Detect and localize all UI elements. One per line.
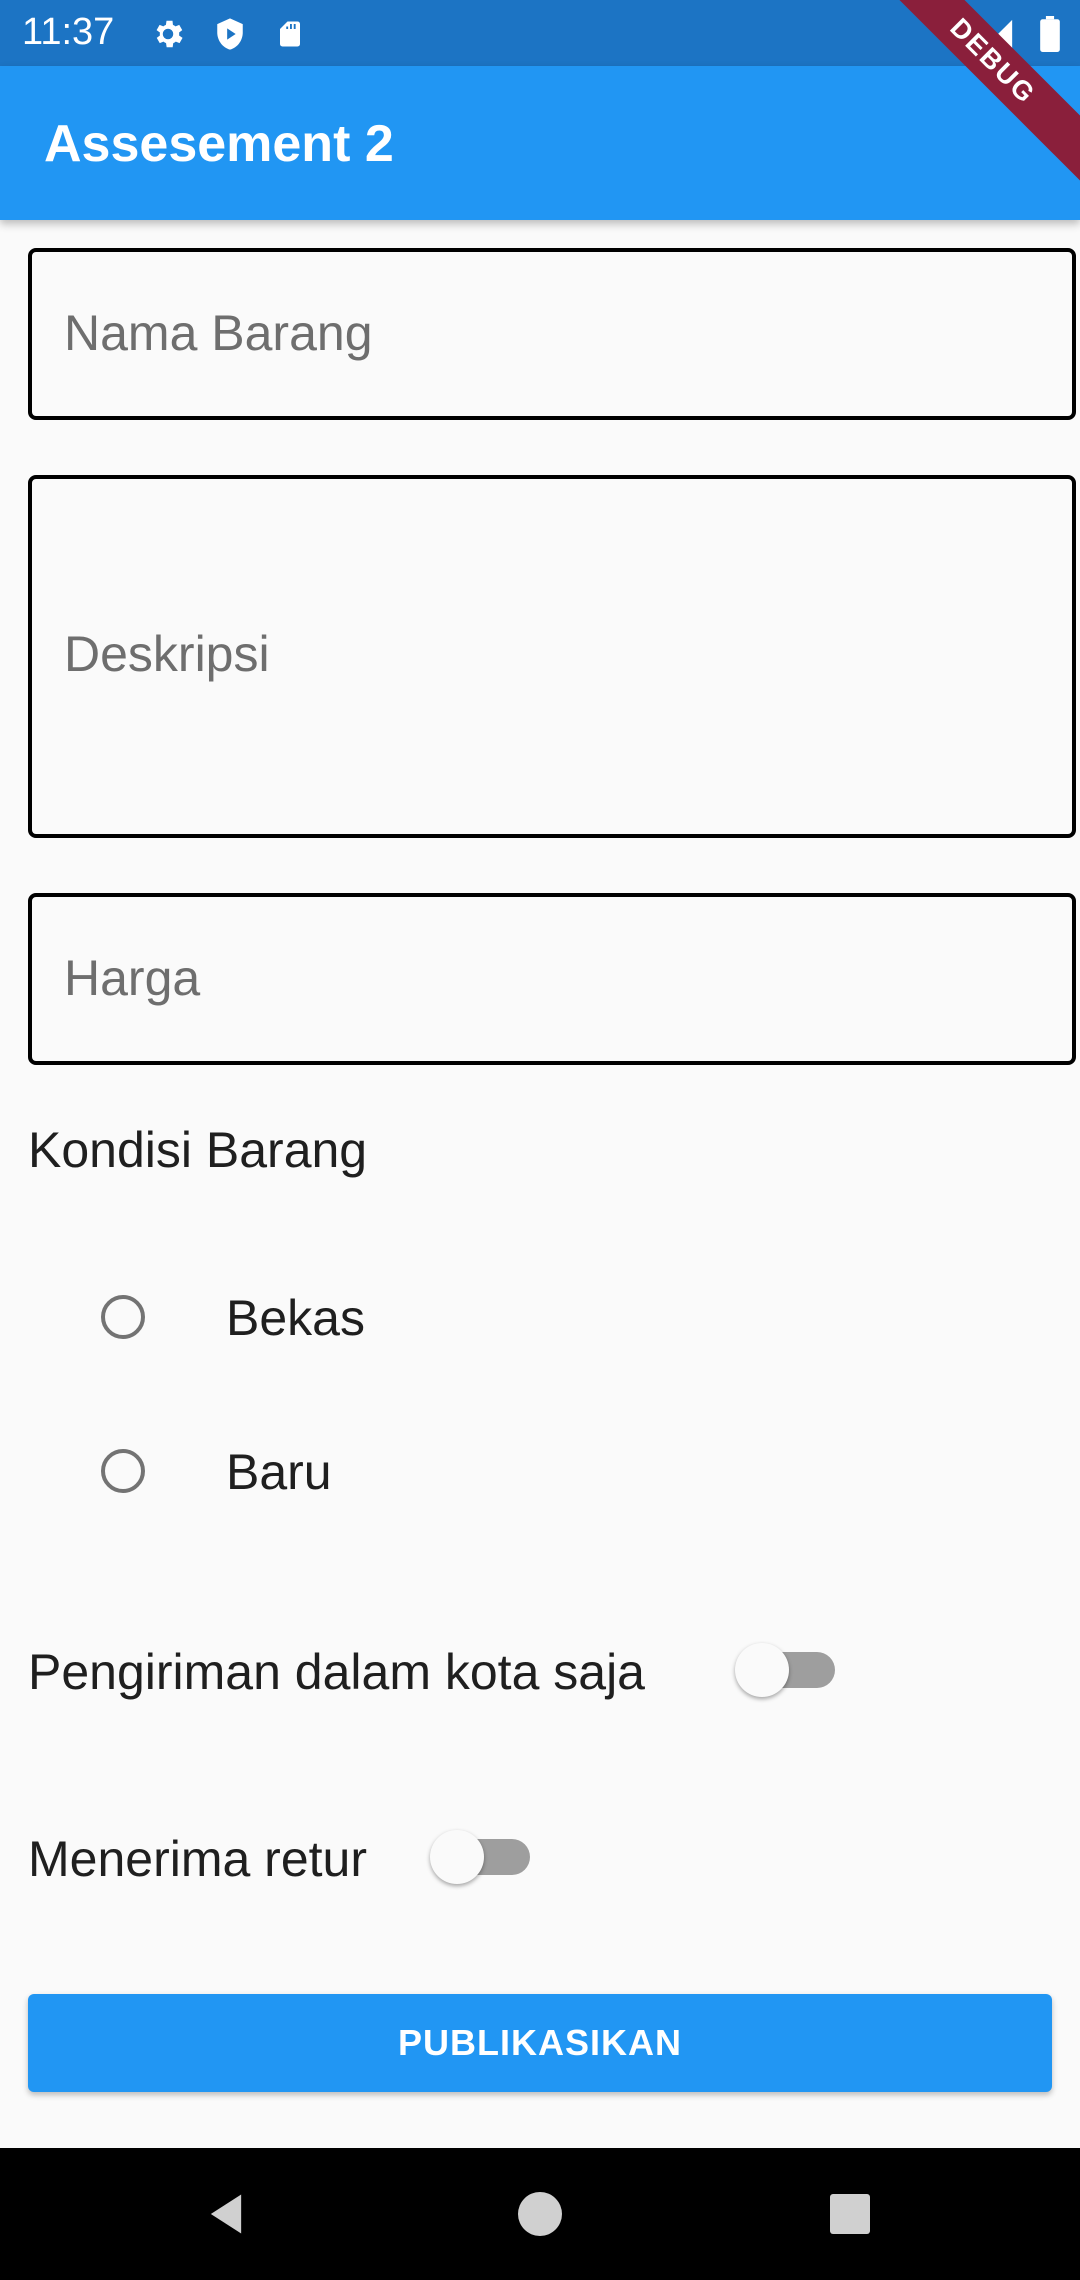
- sd-card-icon: [270, 14, 310, 54]
- radio-option-bekas[interactable]: Bekas: [0, 1257, 1080, 1377]
- debug-banner-container: DEBUG: [880, 0, 1080, 200]
- harga-input[interactable]: Harga: [28, 893, 1076, 1065]
- nama-barang-input[interactable]: Nama Barang: [28, 248, 1076, 420]
- page-title: Assesement 2: [44, 115, 394, 173]
- pengiriman-switch-label: Pengiriman dalam kota saja: [28, 1644, 645, 1700]
- status-time: 11:37: [22, 11, 115, 53]
- harga-placeholder: Harga: [64, 950, 201, 1006]
- recents-icon[interactable]: [830, 2194, 870, 2234]
- publish-button[interactable]: PUBLIKASIKAN: [28, 1994, 1052, 2092]
- radio-label-bekas: Bekas: [226, 1290, 365, 1346]
- radio-button-baru[interactable]: [101, 1449, 145, 1493]
- menerima-retur-switch-thumb: [430, 1830, 484, 1884]
- menerima-retur-switch-label: Menerima retur: [28, 1831, 367, 1887]
- pengiriman-switch[interactable]: [735, 1640, 845, 1700]
- shield-icon: [210, 14, 250, 54]
- menerima-retur-switch[interactable]: [430, 1827, 540, 1887]
- kondisi-barang-label: Kondisi Barang: [28, 1122, 368, 1178]
- debug-banner: DEBUG: [880, 0, 1080, 194]
- radio-button-bekas[interactable]: [101, 1295, 145, 1339]
- deskripsi-placeholder: Deskripsi: [64, 626, 270, 682]
- home-icon[interactable]: [518, 2192, 562, 2236]
- pengiriman-switch-thumb: [735, 1643, 789, 1697]
- radio-label-baru: Baru: [226, 1444, 332, 1500]
- back-icon[interactable]: [200, 2188, 252, 2240]
- deskripsi-input[interactable]: Deskripsi: [28, 475, 1076, 838]
- navigation-bar: [0, 2148, 1080, 2280]
- gear-icon: [148, 14, 188, 54]
- radio-option-baru[interactable]: Baru: [0, 1411, 1080, 1531]
- nama-barang-placeholder: Nama Barang: [64, 305, 373, 361]
